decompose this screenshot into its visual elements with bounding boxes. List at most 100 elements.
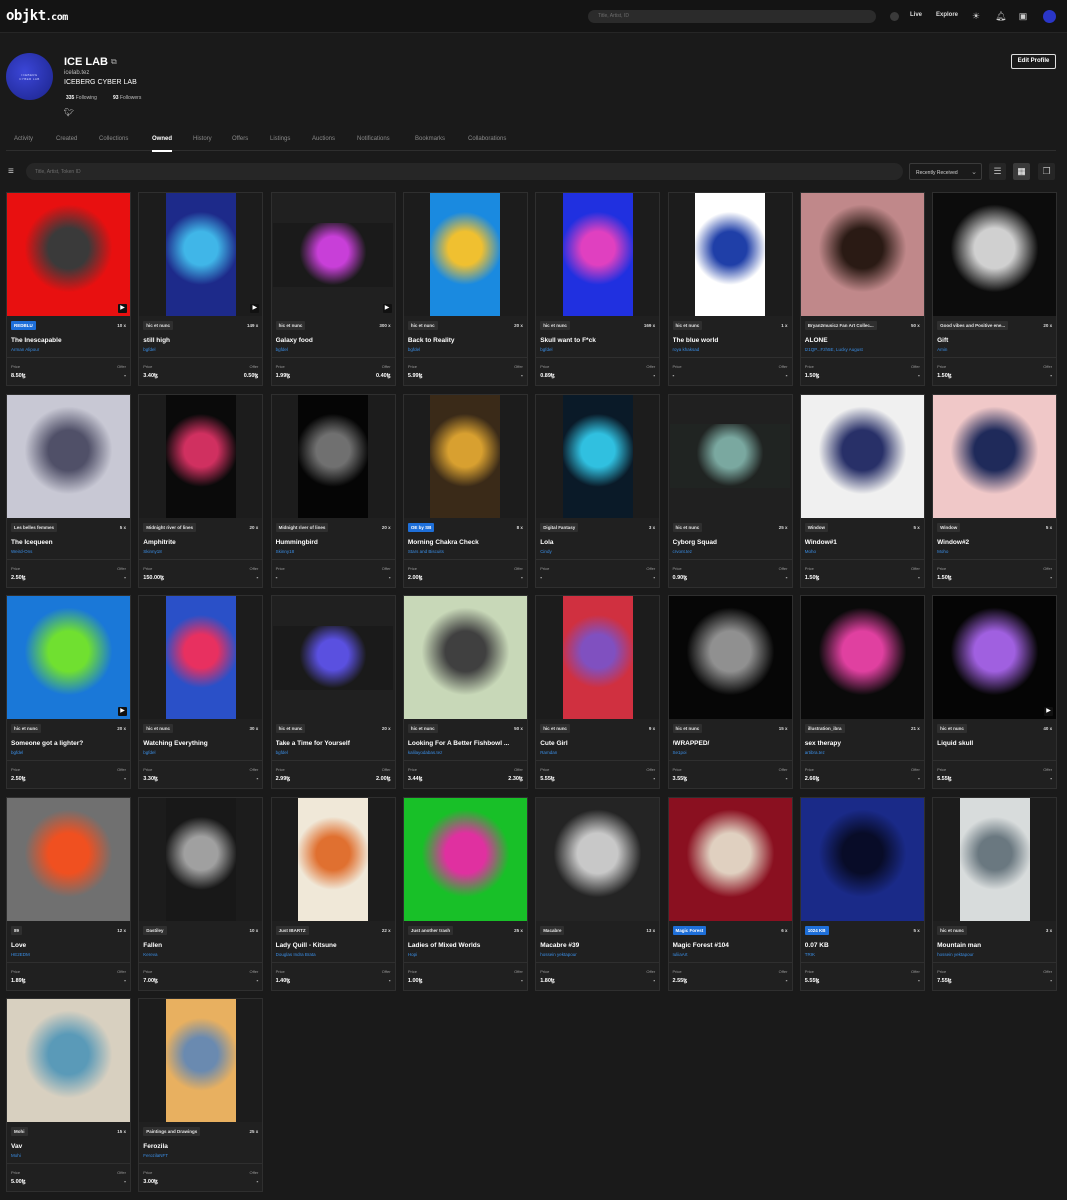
token-artwork[interactable]: [7, 999, 130, 1123]
token-artist[interactable]: FerozilaNFT: [143, 1153, 168, 1158]
token-card[interactable]: ▶ hic et nunc 300 x Galaxy food bgfdel Price O…: [270, 192, 396, 386]
token-card[interactable]: 1024 KB 5 x 0.07 KB TRIK Price Offer 5.55ꜩ -: [799, 796, 925, 991]
token-artwork[interactable]: [403, 193, 527, 316]
nav-explore-link[interactable]: Explore: [936, 12, 958, 18]
nav-live-link[interactable]: Live: [910, 12, 922, 18]
collection-badge[interactable]: Window: [804, 522, 829, 532]
token-artwork[interactable]: [933, 193, 1057, 316]
token-artwork[interactable]: [403, 394, 527, 518]
collection-badge[interactable]: hic et nunc: [275, 321, 306, 330]
token-artwork[interactable]: [536, 193, 660, 316]
token-artist[interactable]: hossein yektapour: [937, 952, 974, 957]
collection-badge[interactable]: hic et nunc: [143, 724, 174, 734]
token-artist[interactable]: bgfdel: [11, 750, 23, 755]
token-artist[interactable]: Se1poi: [673, 750, 687, 755]
token-card[interactable]: hic et nunc 20 x Back to Reality bgfdel Pric…: [402, 192, 528, 386]
token-artist[interactable]: bgfdel: [143, 347, 155, 352]
collection-badge[interactable]: hic et nunc: [275, 724, 306, 734]
token-card[interactable]: Good vibes and Positive ene... 20 x Gift Am…: [932, 192, 1058, 386]
collection-badge[interactable]: Just another trash: [407, 925, 454, 935]
collection-badge[interactable]: Just IBARTZ: [275, 925, 309, 935]
token-artwork[interactable]: [7, 394, 130, 518]
token-artwork[interactable]: ▶: [139, 193, 263, 316]
token-artwork[interactable]: ▶: [7, 596, 130, 720]
collection-badge[interactable]: Mohi: [11, 1127, 28, 1137]
token-card[interactable]: Digital Fantasy 3 x Lola Cindy Price Offer - -: [535, 393, 661, 588]
token-artwork[interactable]: [536, 596, 660, 720]
token-artwork[interactable]: [536, 394, 660, 518]
collection-badge[interactable]: Bryan2musicz Fan Art Collec...: [804, 321, 877, 330]
token-artist[interactable]: bgfdel: [143, 750, 155, 755]
grid-view-icon[interactable]: ▦: [1013, 163, 1030, 180]
token-artwork[interactable]: ▶: [7, 193, 130, 316]
token-card[interactable]: Just another trash 25 x Ladies of Mixed Wo…: [402, 796, 528, 991]
token-artist[interactable]: Moho: [937, 549, 948, 554]
token-artwork[interactable]: [139, 596, 263, 720]
token-card[interactable]: Bryan2musicz Fan Art Collec... 50 x ALONE t…: [799, 192, 925, 386]
tab-notifications[interactable]: Notifications: [357, 136, 390, 142]
tab-created[interactable]: Created: [56, 136, 77, 142]
token-card[interactable]: Midnight river of lines 20 x Hummingbird Sk…: [270, 393, 396, 588]
token-artist[interactable]: Stars and Biscuits: [408, 549, 444, 554]
token-artist[interactable]: Hopi: [408, 952, 417, 957]
collection-badge[interactable]: hic et nunc: [937, 724, 967, 734]
token-artist[interactable]: roya khaksad: [673, 347, 700, 352]
tab-collaborations[interactable]: Collaborations: [468, 136, 506, 142]
token-card[interactable]: hic et nunc 15 x/WRAPPED/Se1poi Price Offer…: [667, 595, 793, 790]
token-card[interactable]: Midnight river of lines 20 x Amphitrite Ski…: [138, 393, 264, 588]
tab-offers[interactable]: Offers: [232, 136, 248, 142]
filter-icon[interactable]: ≡: [8, 166, 14, 177]
copy-icon[interactable]: ⧉: [111, 57, 117, 67]
collection-badge[interactable]: Paintings and Drawings: [143, 1127, 201, 1137]
token-artist[interactable]: artibra.tez: [805, 750, 825, 755]
collection-badge[interactable]: hic et nunc: [11, 724, 41, 734]
collection-badge[interactable]: hic et nunc: [672, 321, 703, 330]
token-artist[interactable]: Ramdan: [540, 750, 557, 755]
token-artist[interactable]: TRIK: [805, 952, 815, 957]
wallet-icon[interactable]: ▣: [1018, 11, 1028, 21]
token-artwork[interactable]: [139, 797, 263, 921]
token-artwork[interactable]: ▶: [933, 596, 1057, 720]
collection-badge[interactable]: 1024 KB: [804, 925, 829, 935]
twitter-icon[interactable]: 🐦︎: [64, 108, 74, 117]
token-artist[interactable]: kalilayodabas.tez: [408, 750, 443, 755]
collection-badge[interactable]: illustration_ibra: [804, 724, 845, 734]
token-artist[interactable]: Skinny18: [143, 549, 162, 554]
collection-badge[interactable]: Magic Forest: [672, 925, 707, 935]
user-avatar[interactable]: [1043, 10, 1056, 23]
collection-badge[interactable]: Dastiley: [143, 925, 167, 935]
tab-bookmarks[interactable]: Bookmarks: [415, 136, 445, 142]
edit-profile-button[interactable]: Edit Profile: [1011, 54, 1056, 69]
token-card[interactable]: hic et nunc 3 x Mountain man hossein yektap…: [932, 796, 1058, 991]
token-card[interactable]: hic et nunc 20 x Take a Time for Yourself b…: [270, 595, 396, 790]
token-card[interactable]: ▶ REDBLU 10 x The Inescapable Arman Alipour P…: [6, 192, 131, 386]
tab-history[interactable]: History: [193, 136, 212, 142]
followers-link[interactable]: 93 Followers: [113, 95, 141, 101]
collection-badge[interactable]: Les belles femmes: [11, 522, 58, 532]
token-artist[interactable]: bgfdel: [276, 750, 288, 755]
tab-listings[interactable]: Listings: [270, 136, 290, 142]
token-card[interactable]: Les belles femmes 5 x The Icequeen Weird-On…: [6, 393, 131, 588]
token-artwork[interactable]: [800, 193, 924, 316]
token-artist[interactable]: Skinny18: [276, 549, 295, 554]
site-logo[interactable]: objkt.com: [6, 8, 68, 24]
collection-badge[interactable]: hic et nunc: [540, 321, 570, 330]
token-search-input[interactable]: Title, Artist, Token ID: [26, 163, 903, 180]
collection-badge[interactable]: REDBLU: [11, 321, 36, 330]
token-artwork[interactable]: [933, 797, 1057, 921]
following-link[interactable]: 335 Following: [66, 95, 97, 101]
collection-badge[interactable]: hic et nunc: [143, 321, 174, 330]
bell-icon[interactable]: 🔔︎: [995, 11, 1006, 21]
token-card[interactable]: Dastiley 10 x Fallen Kereva Price Offer 7.00ꜩ -: [138, 796, 264, 991]
token-artist[interactable]: hossein yektapour: [540, 952, 577, 957]
token-artwork[interactable]: [403, 596, 527, 720]
tab-collections[interactable]: Collections: [99, 136, 128, 142]
token-card[interactable]: hic et nunc 169 x Skull want to F*ck bgfdel…: [535, 192, 661, 386]
token-artwork[interactable]: [668, 797, 792, 921]
collection-badge[interactable]: hic et nunc: [407, 724, 438, 734]
collection-badge[interactable]: Digital Fantasy: [540, 522, 579, 532]
token-artwork[interactable]: [800, 797, 924, 921]
token-card[interactable]: 89 12 x Love HE2EDM Price Offer 1.89ꜩ -: [6, 796, 131, 991]
token-card[interactable]: Macabre 13 x Macabre #39 hossein yektapour P…: [535, 796, 661, 991]
token-card[interactable]: ▶ hic et nunc 20 x Someone got a lighter? bg…: [6, 595, 131, 790]
